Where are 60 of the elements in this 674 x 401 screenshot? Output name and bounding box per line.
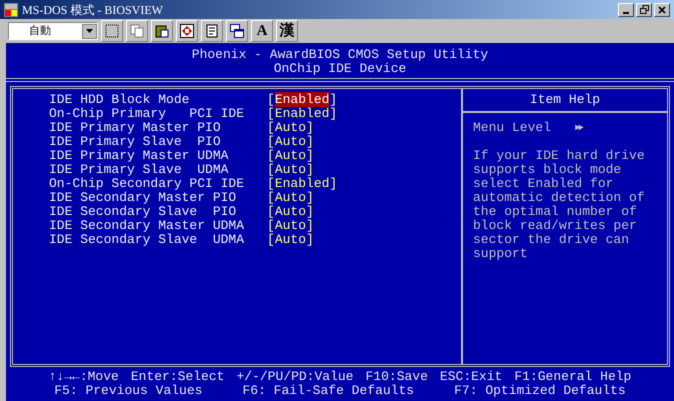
key-hint: ↑↓→←:Move <box>48 370 119 384</box>
font-button[interactable]: 漢 <box>276 20 298 42</box>
key-hint: F6: Fail-Safe Defaults <box>242 384 414 398</box>
setting-value[interactable]: [Enabled] <box>267 177 338 191</box>
key-hint: F7: Optimized Defaults <box>454 384 626 398</box>
setting-label: IDE Secondary Slave PIO <box>49 205 238 219</box>
key-hint: F10:Save <box>366 370 428 384</box>
background-button[interactable] <box>226 20 248 42</box>
properties-button[interactable] <box>201 20 223 42</box>
help-title: Item Help <box>530 93 600 107</box>
close-button[interactable] <box>654 2 670 16</box>
setting-label: IDE Secondary Slave UDMA <box>49 233 246 247</box>
key-hint: ESC:Exit <box>440 370 502 384</box>
setting-label: IDE Primary Slave PIO <box>49 135 222 149</box>
setting-label: IDE Secondary Master UDMA <box>49 219 246 233</box>
setting-value[interactable]: [Auto] <box>267 205 314 219</box>
setting-value[interactable]: [Enabled] <box>267 107 338 121</box>
window-title: MS-DOS 模式 - BIOSVIEW <box>22 2 163 18</box>
key-hint: +/-/PU/PD:Value <box>236 370 354 384</box>
properties-icon <box>205 24 219 38</box>
windows-icon <box>230 24 244 38</box>
setting-value[interactable]: [Auto] <box>267 233 314 247</box>
restore-icon <box>640 5 648 14</box>
font-size-dropdown[interactable]: 自動 <box>8 22 98 40</box>
bios-title: Phoenix - AwardBIOS CMOS Setup Utility <box>192 48 488 62</box>
setting-label: IDE Primary Slave UDMA <box>49 163 230 177</box>
copy-icon <box>130 24 144 38</box>
clipboard-icon <box>155 24 169 38</box>
minimize-icon <box>623 12 629 14</box>
copy-button[interactable] <box>126 20 148 42</box>
paste-button[interactable] <box>151 20 173 42</box>
setting-value[interactable]: [Auto] <box>267 163 314 177</box>
fullscreen-arrows-icon <box>180 24 194 38</box>
key-hint: Enter:Select <box>130 370 224 384</box>
key-hint: F1:General Help <box>514 370 632 384</box>
setting-label: IDE Primary Master PIO <box>49 121 222 135</box>
setting-label: IDE Primary Master UDMA <box>49 149 230 163</box>
mark-button[interactable] <box>101 20 123 42</box>
setting-label: IDE Secondary Master PIO <box>49 191 238 205</box>
restore-button[interactable] <box>636 2 652 16</box>
help-text: If your IDE hard drive supports block mode select Enabled for automatic detection of the optimal number of block read/writes per sector the drive can support <box>473 149 646 261</box>
setting-value[interactable]: [Auto] <box>267 219 314 233</box>
setting-value[interactable]: [Auto] <box>267 121 314 135</box>
key-hint: F5: Previous Values <box>54 384 202 398</box>
setting-value[interactable]: [Auto] <box>267 191 314 205</box>
ms-dos-icon <box>4 2 18 16</box>
setting-label: IDE HDD Block Mode <box>49 93 190 107</box>
close-icon <box>658 6 666 14</box>
minimize-button[interactable] <box>618 2 634 16</box>
setting-label: On-Chip Secondary PCI IDE <box>49 177 246 191</box>
menu-level-label: Menu Level <box>473 121 552 135</box>
setting-label: On-Chip Primary PCI IDE <box>49 107 246 121</box>
fullscreen-button[interactable] <box>176 20 198 42</box>
setting-value[interactable]: [Enabled] <box>267 93 338 107</box>
dotted-rectangle-icon <box>105 24 119 38</box>
setting-value[interactable]: [Auto] <box>267 135 314 149</box>
menu-level-marker: ►► <box>575 122 582 135</box>
page-subtitle: OnChip IDE Device <box>274 62 406 76</box>
setting-value[interactable]: [Auto] <box>267 149 314 163</box>
font-button[interactable]: A <box>251 20 273 42</box>
